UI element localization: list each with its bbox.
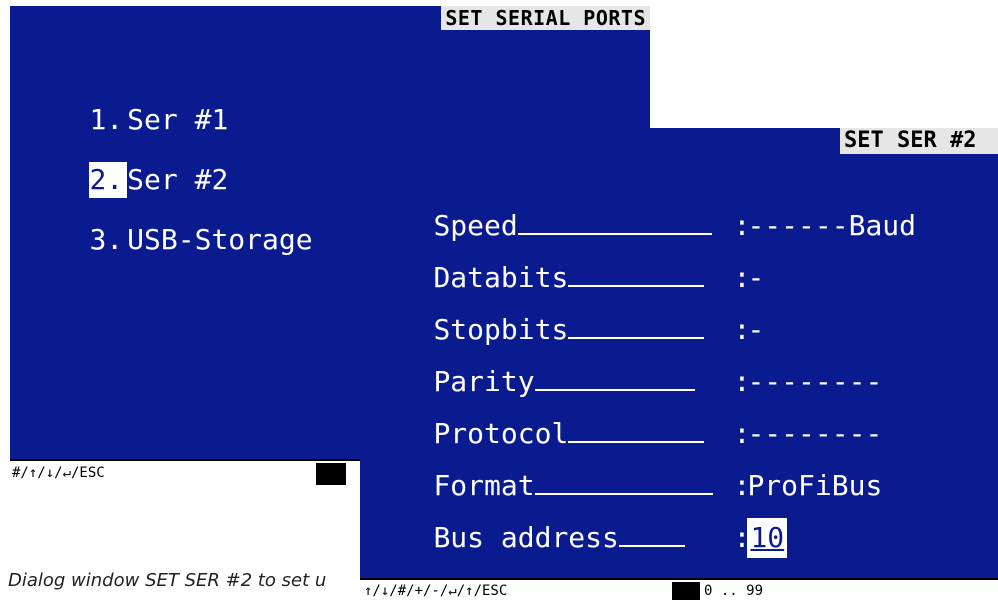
field-colon: : [733,521,751,554]
menu-key-hints: #/↑/↓/↵/ESC [12,465,105,481]
cursor-block [316,463,346,485]
value-range: 0 .. 99 [704,583,764,599]
menu-screen-title: SET SERIAL PORTS [441,6,650,30]
field-value: ------Baud [747,209,917,242]
menu-item-number: 3. [89,223,124,256]
figure-caption: Dialog window SET SER #2 to set u [8,570,327,591]
dialog-screen-title: SET SER #2 [840,128,998,154]
menu-item-usb-storage[interactable]: 3. USB-Storage [22,186,313,294]
bus-address-input[interactable]: 10 [747,518,788,558]
menu-item-label: USB-Storage [127,223,313,256]
cursor-block [672,582,700,600]
dialog-screen: SET SER #2 Speed:------Baud Databits:- S… [360,128,998,600]
field-label: Bus address [433,521,619,554]
field-underline [618,545,685,547]
dialog-key-hints: ↑/↓/#/+/-/↵/↑/ESC [364,583,508,599]
dialog-status-bar: ↑/↓/#/+/-/↵/↑/ESC 0 .. 99 [360,578,998,600]
